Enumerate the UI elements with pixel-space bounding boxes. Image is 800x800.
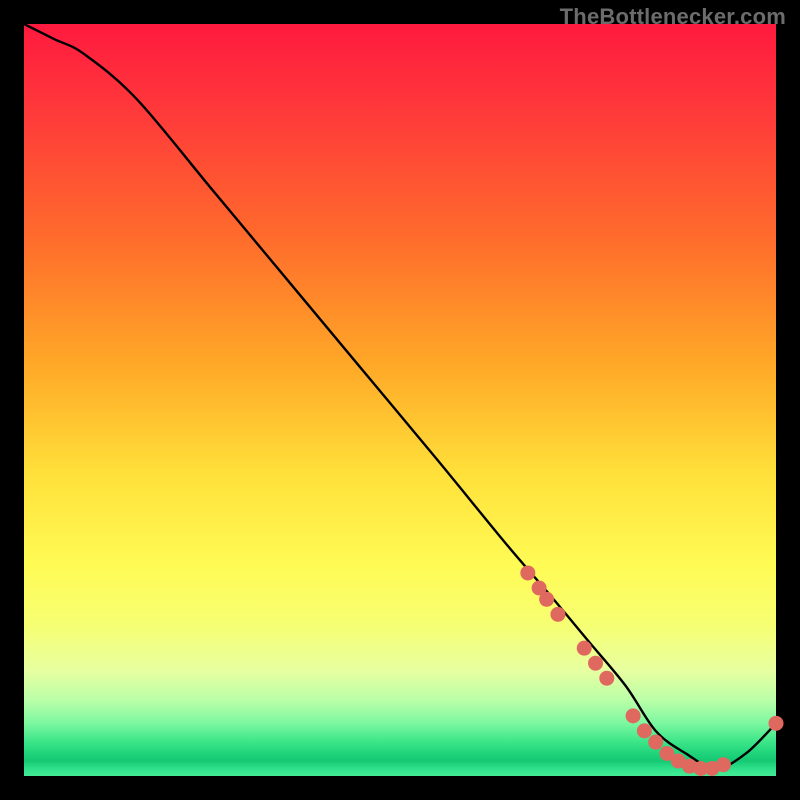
data-point xyxy=(588,656,603,671)
source-watermark: TheBottlenecker.com xyxy=(560,4,786,30)
chart-root: TheBottlenecker.com xyxy=(0,0,800,800)
data-point xyxy=(599,671,614,686)
data-point xyxy=(577,641,592,656)
data-point xyxy=(648,735,663,750)
data-point xyxy=(716,757,731,772)
data-point xyxy=(626,708,641,723)
bottleneck-curve-line xyxy=(24,24,776,768)
data-point xyxy=(539,592,554,607)
data-point xyxy=(520,565,535,580)
plot-area xyxy=(24,24,776,776)
data-point xyxy=(637,723,652,738)
data-point xyxy=(769,716,784,731)
chart-svg xyxy=(24,24,776,776)
data-point xyxy=(550,607,565,622)
data-point-markers xyxy=(520,565,783,776)
